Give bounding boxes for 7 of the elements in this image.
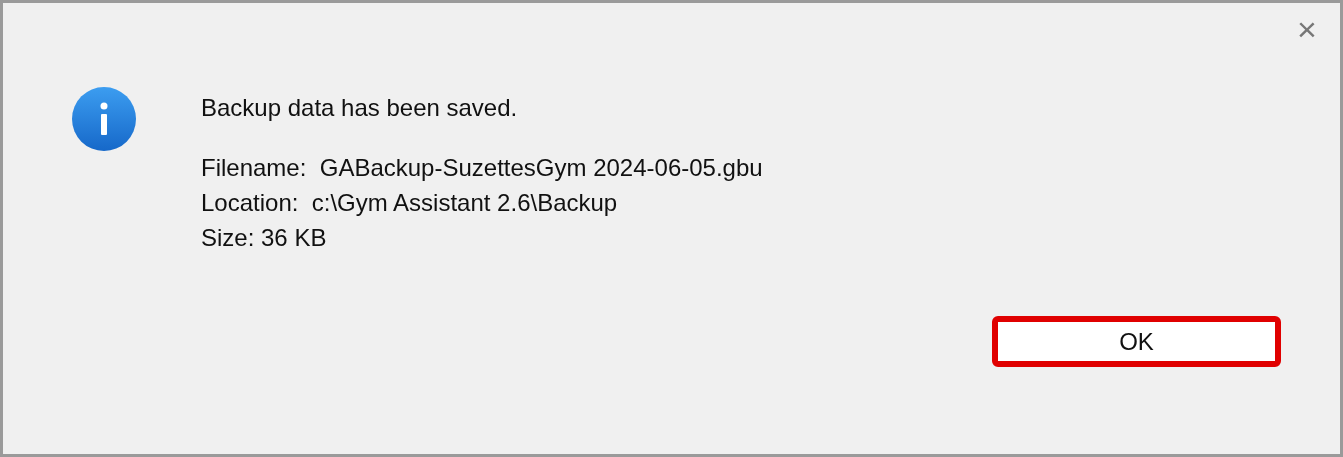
detail-text: Size: 36 KB [201, 223, 328, 253]
detail-text: Location: c:\Gym Assistant 2.6\Backup [201, 188, 619, 218]
close-button[interactable]: × [1292, 11, 1322, 47]
message-text: Backup data has been saved. [201, 93, 519, 123]
ok-button[interactable]: OK [992, 316, 1281, 367]
info-icon [71, 86, 137, 152]
detail-text: Filename: GABackup-SuzettesGym 2024-06-05.gbu [201, 153, 763, 183]
